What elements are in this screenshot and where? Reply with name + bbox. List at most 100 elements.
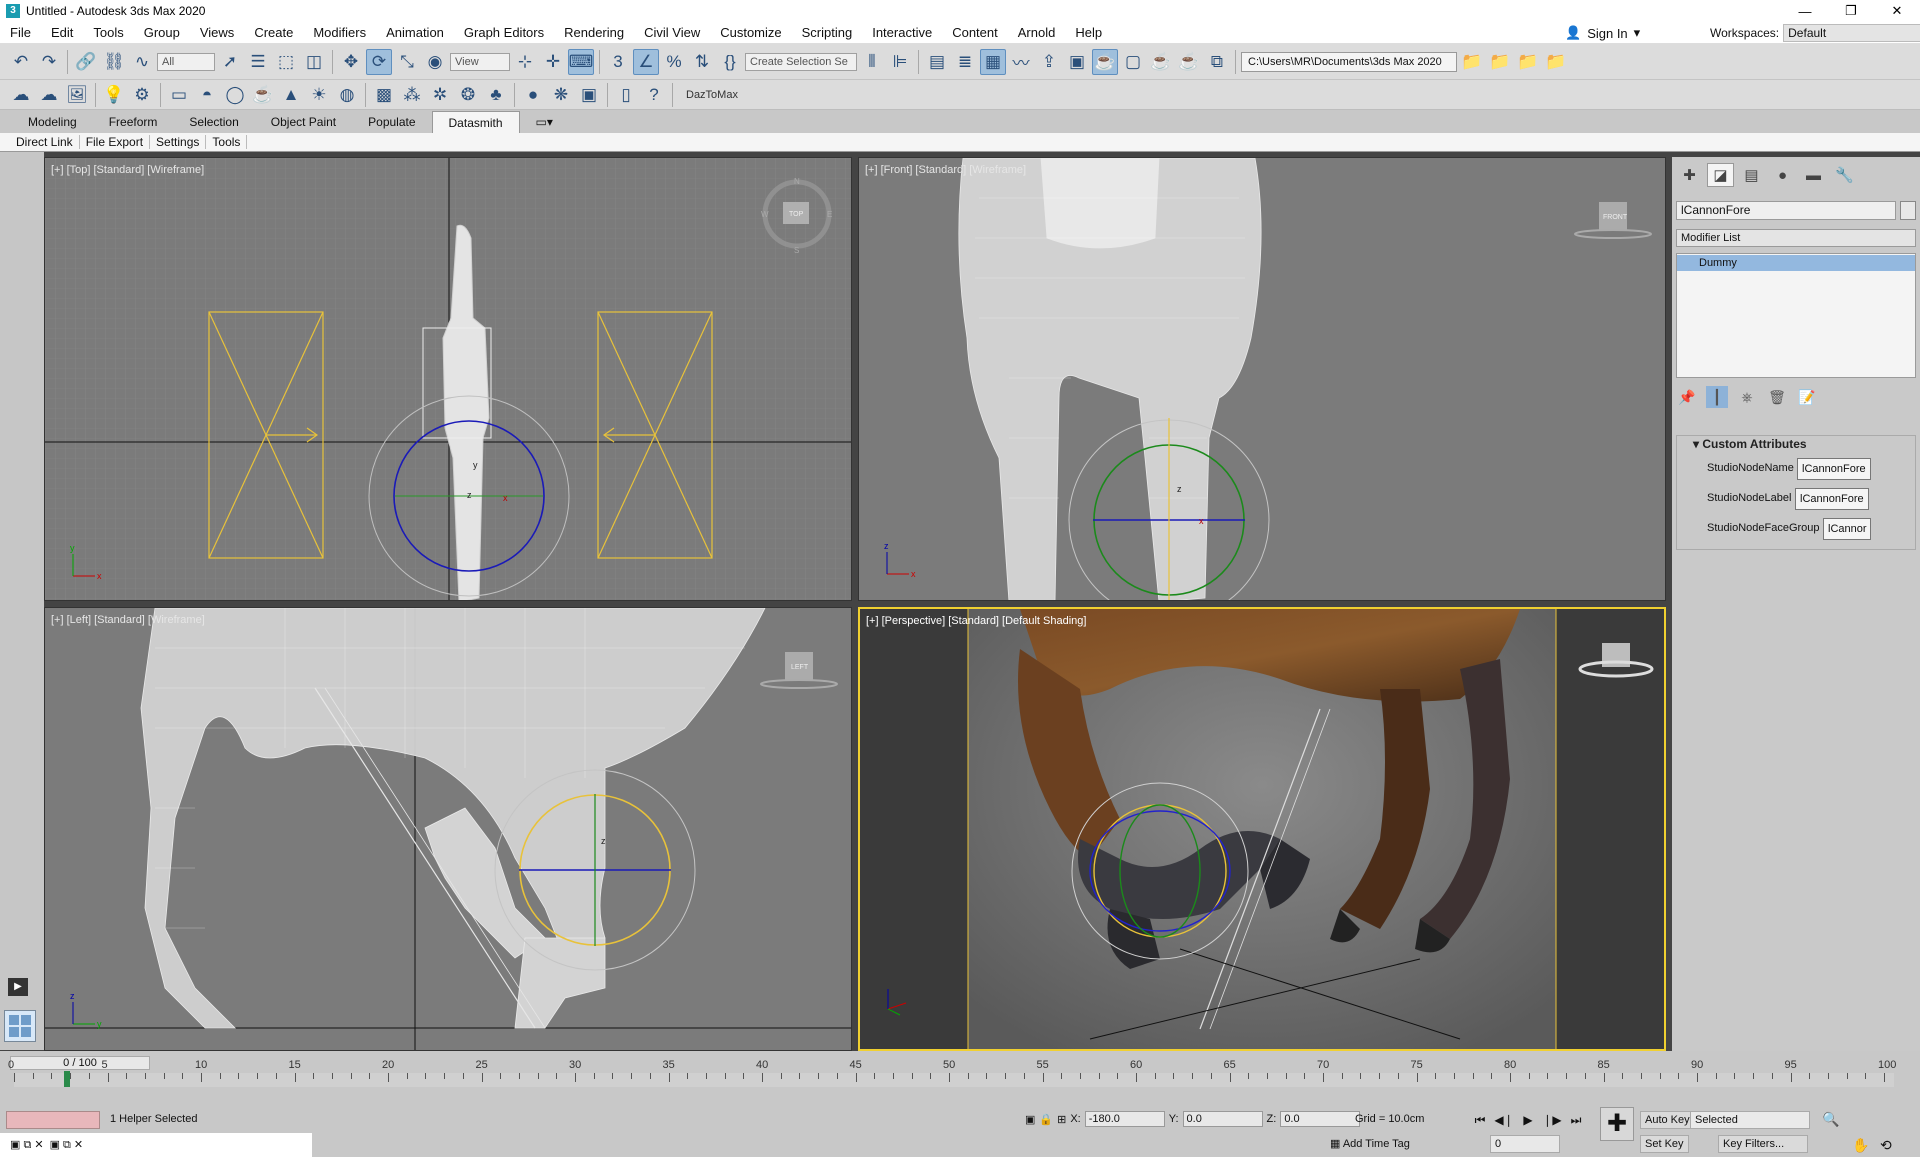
minimized-window-icon[interactable]: ▣ ⧉ ✕ [10, 1138, 44, 1152]
curve-editor-icon[interactable]: 〰 [1008, 49, 1034, 75]
rect-selection-icon[interactable]: ⬚ [273, 49, 299, 75]
menu-group[interactable]: Group [134, 22, 190, 44]
ribbon-options-icon[interactable]: ▭▾ [520, 111, 569, 133]
remove-modifier-icon[interactable]: 🗑 [1766, 386, 1788, 408]
go-to-start-icon[interactable]: ⏮ [1470, 1111, 1490, 1129]
play-icon[interactable]: ▶ [1518, 1111, 1538, 1129]
create-tab-icon[interactable]: ✚ [1676, 163, 1703, 187]
restore-button[interactable]: ❐ [1828, 0, 1874, 22]
menu-content[interactable]: Content [942, 22, 1008, 44]
snaps-toggle-icon[interactable]: 3 [605, 49, 631, 75]
project-settings-icon[interactable]: 📁 [1543, 49, 1569, 75]
reference-coordinate-select[interactable]: View [450, 52, 510, 71]
close-button[interactable]: ✕ [1874, 0, 1920, 22]
set-key-big-icon[interactable]: ✚ [1600, 1107, 1634, 1141]
spinner-snap-icon[interactable]: ⇅ [689, 49, 715, 75]
menu-animation[interactable]: Animation [376, 22, 454, 44]
subtab-settings[interactable]: Settings [150, 135, 207, 149]
menu-civil-view[interactable]: Civil View [634, 22, 710, 44]
material-editor-icon[interactable]: ▣ [1064, 49, 1090, 75]
menu-help[interactable]: Help [1065, 22, 1112, 44]
previous-frame-icon[interactable]: ◀❘ [1494, 1111, 1514, 1129]
viewport-label-left[interactable]: [+] [Left] [Standard] [Wireframe] [51, 614, 205, 626]
current-time-marker[interactable] [64, 1071, 70, 1087]
sign-in[interactable]: 👤 Sign In ▾ [1565, 22, 1685, 44]
schematic-view-icon[interactable]: ⇪ [1036, 49, 1062, 75]
lock-icon[interactable]: 🔒 [1039, 1113, 1053, 1126]
utilities-tab-icon[interactable]: 🔧 [1831, 163, 1858, 187]
menu-tools[interactable]: Tools [83, 22, 133, 44]
dome-icon[interactable]: ◓ [194, 82, 220, 108]
motion-tab-icon[interactable]: ● [1769, 163, 1796, 187]
teapot-icon[interactable]: ☁ [8, 82, 34, 108]
manipulate-icon[interactable]: ✛ [540, 49, 566, 75]
pivot-center-icon[interactable]: ⊹ [512, 49, 538, 75]
project-path[interactable]: C:\Users\MR\Documents\3ds Max 2020 [1241, 51, 1457, 72]
light-icon[interactable]: 💡 [101, 82, 127, 108]
mirror-icon[interactable]: ⫴ [859, 49, 885, 75]
daztomax-label[interactable]: DazToMax [678, 89, 746, 101]
tab-object-paint[interactable]: Object Paint [255, 111, 352, 133]
menu-modifiers[interactable]: Modifiers [303, 22, 376, 44]
percent-snap-icon[interactable]: % [661, 49, 687, 75]
place-icon[interactable]: ◉ [422, 49, 448, 75]
tab-datasmith[interactable]: Datasmith [431, 111, 520, 133]
auto-key-button[interactable]: Auto Key [1640, 1111, 1695, 1129]
keyboard-shortcut-icon[interactable]: ⌨ [568, 48, 594, 75]
arnold-shapes-icon[interactable]: ✲ [427, 82, 453, 108]
pan-icon[interactable]: ✋ [1852, 1137, 1869, 1154]
render-iterative-icon[interactable]: ☕ [1176, 49, 1202, 75]
menu-file[interactable]: File [0, 22, 41, 44]
plant-icon[interactable]: ♣ [483, 82, 509, 108]
undo-icon[interactable]: ↶ [8, 49, 34, 75]
menu-edit[interactable]: Edit [41, 22, 83, 44]
angle-snap-icon[interactable]: ∠ [633, 48, 659, 75]
sphere-icon[interactable]: ◯ [222, 82, 248, 108]
menu-rendering[interactable]: Rendering [554, 22, 634, 44]
orbit-icon[interactable]: ⟲ [1880, 1137, 1892, 1154]
subtab-tools[interactable]: Tools [206, 135, 248, 149]
tab-modeling[interactable]: Modeling [12, 111, 93, 133]
subtab-direct-link[interactable]: Direct Link [10, 135, 80, 149]
absolute-mode-icon[interactable]: ⊞ [1057, 1113, 1066, 1126]
x-field[interactable]: -180.0 [1084, 1111, 1165, 1127]
z-field[interactable]: 0.0 [1280, 1111, 1361, 1127]
box-icon[interactable]: ▭ [166, 82, 192, 108]
scale-icon[interactable]: ⤡ [394, 49, 420, 75]
minimize-button[interactable]: — [1782, 0, 1828, 22]
teapot-object-icon[interactable]: ☕ [250, 82, 276, 108]
stack-item-dummy[interactable]: Dummy [1677, 255, 1915, 271]
time-slider[interactable]: 0 / 100 [10, 1056, 150, 1070]
subtab-file-export[interactable]: File Export [80, 135, 151, 149]
hierarchy-tab-icon[interactable]: ▤ [1738, 163, 1765, 187]
sun-icon[interactable]: ☀ [306, 82, 332, 108]
grid-icon[interactable]: ▩ [371, 82, 397, 108]
attr-field-node-label[interactable]: lCannonFore [1795, 488, 1869, 510]
viewport-label-top[interactable]: [+] [Top] [Standard] [Wireframe] [51, 164, 204, 176]
named-selection-set[interactable]: Create Selection Se [745, 52, 857, 71]
redo-icon[interactable]: ↷ [36, 49, 62, 75]
minimized-window-icon[interactable]: ▣ ⧉ ✕ [50, 1138, 84, 1152]
viewport-perspective[interactable]: [+] [Perspective] [Standard] [Default Sh… [858, 607, 1666, 1051]
attr-field-node-facegroup[interactable]: lCannor [1823, 518, 1871, 540]
toggle-ribbon-icon[interactable]: ▦ [980, 48, 1006, 75]
attr-field-node-name[interactable]: lCannonFore [1797, 458, 1871, 480]
modify-tab-icon[interactable]: ◪ [1707, 163, 1734, 187]
edit-named-sets-icon[interactable]: {} [717, 49, 743, 75]
key-filters-button[interactable]: Key Filters... [1718, 1135, 1808, 1153]
rendered-frame-icon[interactable]: ▢ [1120, 49, 1146, 75]
next-frame-icon[interactable]: ❘▶ [1542, 1111, 1562, 1129]
project-new-icon[interactable]: 📁 [1487, 49, 1513, 75]
pin-stack-icon[interactable]: 📌 [1676, 386, 1698, 408]
track-bar[interactable]: 0 5 10 15 20 25 30 35 40 45 50 55 60 65 70 75 80 85 90 95 10… [8, 1059, 1896, 1087]
menu-create[interactable]: Create [244, 22, 303, 44]
render-activeshade-icon[interactable]: ⧉ [1204, 49, 1230, 75]
image-icon[interactable]: 🖼 [64, 82, 90, 108]
make-unique-icon[interactable]: ⎈ [1736, 386, 1758, 408]
help-icon[interactable]: ? [641, 82, 667, 108]
gear-icon[interactable]: ⚙ [129, 82, 155, 108]
display-tab-icon[interactable]: ▬ [1800, 163, 1827, 187]
window-crossing-icon[interactable]: ◫ [301, 49, 327, 75]
show-end-result-icon[interactable]: ┃ [1706, 386, 1728, 408]
viewport-top[interactable]: [+] [Top] [Standard] [Wireframe] y x z x… [44, 157, 852, 601]
